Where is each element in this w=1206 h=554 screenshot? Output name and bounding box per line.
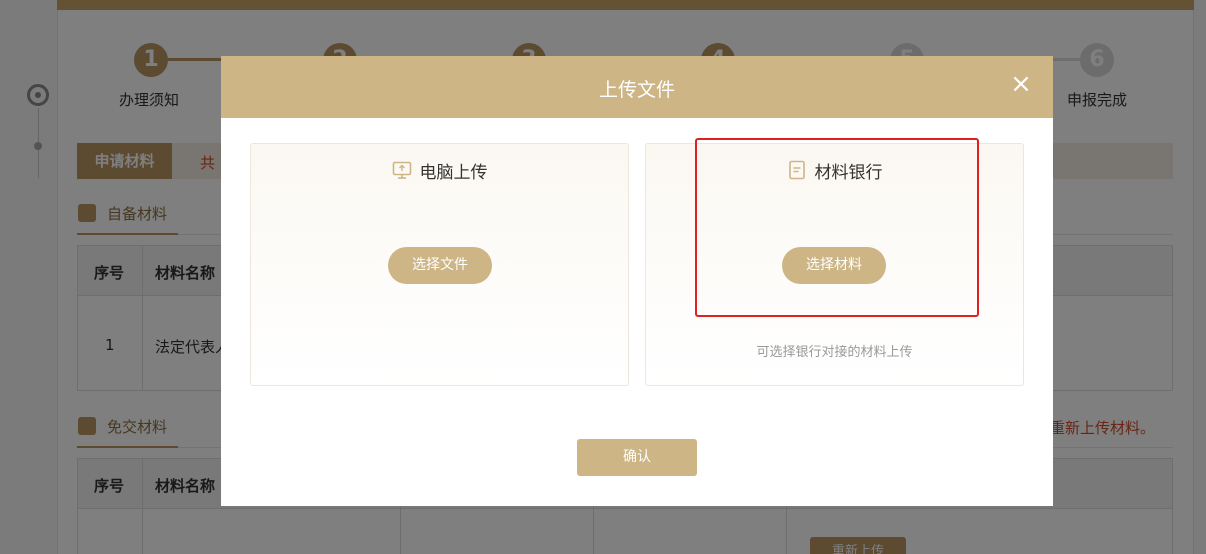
choose-file-button[interactable]: 选择文件: [388, 247, 492, 284]
material-bank-hint: 可选择银行对接的材料上传: [756, 345, 913, 360]
close-icon[interactable]: ×: [1009, 71, 1033, 97]
computer-upload-heading: 电脑上传: [251, 159, 628, 183]
dialog-title: 上传文件: [598, 79, 675, 101]
confirm-button[interactable]: 确认: [577, 439, 697, 476]
computer-upload-card: 电脑上传 选择文件: [250, 143, 629, 386]
highlight-box: [695, 138, 979, 317]
computer-upload-title: 电脑上传: [419, 162, 488, 183]
monitor-icon: [392, 160, 412, 180]
